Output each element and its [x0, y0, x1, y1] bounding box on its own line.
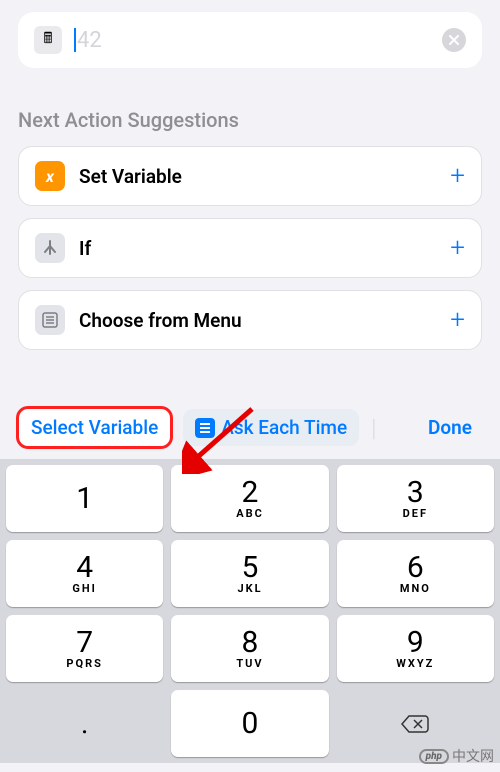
number-input[interactable]: 42: [74, 28, 430, 53]
menu-icon: [35, 305, 65, 335]
add-icon[interactable]: +: [450, 233, 465, 263]
separator: |: [371, 414, 376, 442]
add-icon[interactable]: +: [450, 305, 465, 335]
branch-icon: [35, 233, 65, 263]
add-icon[interactable]: +: [450, 161, 465, 191]
backspace-icon: [400, 714, 430, 734]
suggestion-choose-from-menu[interactable]: Choose from Menu +: [18, 290, 482, 350]
suggestions-heading: Next Action Suggestions: [18, 108, 482, 132]
select-variable-button[interactable]: Select Variable: [16, 406, 173, 449]
calculator-icon: 🖩: [34, 26, 62, 54]
key-6[interactable]: 6MNO: [337, 540, 494, 607]
suggestion-set-variable[interactable]: x Set Variable +: [18, 146, 482, 206]
key-9[interactable]: 9WXYZ: [337, 615, 494, 682]
key-1[interactable]: 1: [6, 465, 163, 532]
watermark: php 中文网: [419, 746, 494, 766]
clear-icon[interactable]: [442, 28, 466, 52]
suggestion-if[interactable]: If +: [18, 218, 482, 278]
key-dot[interactable]: .: [6, 690, 163, 757]
key-3[interactable]: 3DEF: [337, 465, 494, 532]
key-0[interactable]: 0: [171, 690, 328, 757]
done-button[interactable]: Done: [416, 409, 484, 446]
ask-each-time-button[interactable]: Ask Each Time: [183, 409, 359, 446]
key-4[interactable]: 4GHI: [6, 540, 163, 607]
key-7[interactable]: 7PQRS: [6, 615, 163, 682]
suggestion-label: Choose from Menu: [79, 309, 436, 332]
numeric-keypad: 1 2ABC 3DEF 4GHI 5JKL 6MNO 7PQRS 8TUV 9W…: [0, 459, 500, 763]
variable-icon: x: [35, 161, 65, 191]
suggestion-label: Set Variable: [79, 165, 436, 188]
php-badge: php: [419, 749, 449, 764]
watermark-text: 中文网: [452, 746, 494, 766]
next-action-suggestions: Next Action Suggestions x Set Variable +…: [18, 108, 482, 350]
calculator-glyph: 🖩: [43, 28, 52, 53]
ask-each-time-label: Ask Each Time: [221, 416, 347, 439]
key-8[interactable]: 8TUV: [171, 615, 328, 682]
text-cursor: [74, 28, 76, 52]
keyboard-toolbar: Select Variable Ask Each Time | Done: [0, 400, 500, 459]
key-2[interactable]: 2ABC: [171, 465, 328, 532]
key-5[interactable]: 5JKL: [171, 540, 328, 607]
input-placeholder-value: 42: [77, 28, 102, 53]
suggestion-label: If: [79, 237, 436, 260]
message-icon: [195, 418, 215, 438]
number-input-card[interactable]: 🖩 42: [18, 12, 482, 68]
